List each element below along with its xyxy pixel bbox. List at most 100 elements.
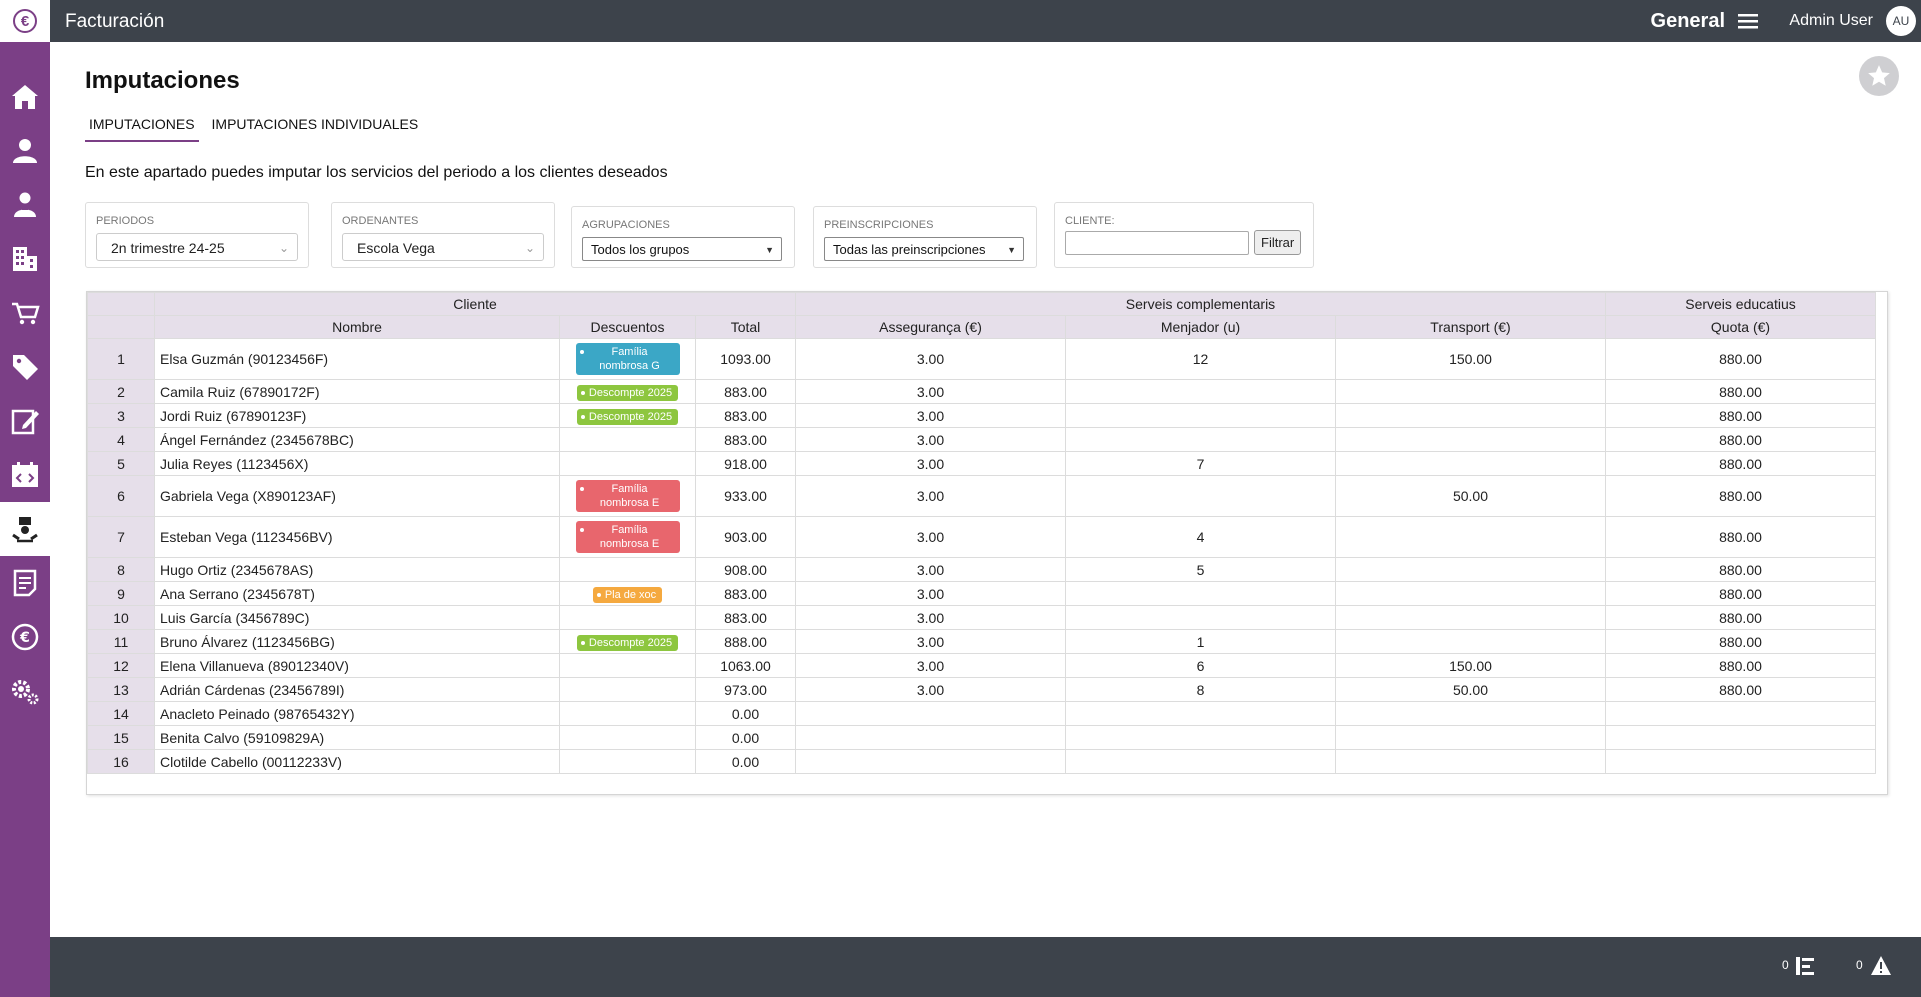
menjador-cell: 8 [1065, 677, 1336, 702]
total-cell: 883.00 [695, 605, 796, 630]
transport-cell [1335, 605, 1606, 630]
total-cell: 0.00 [695, 701, 796, 726]
hamburger-menu-icon[interactable] [1738, 14, 1758, 29]
filter-ordenantes: ORDENANTES Escola Vega ⌄ [331, 202, 555, 268]
menjador-cell [1065, 749, 1336, 774]
asseguranca-cell: 3.00 [795, 605, 1066, 630]
sidebar-item-billing[interactable]: € [0, 610, 50, 664]
tasks-list-icon[interactable] [1794, 955, 1816, 977]
column-header-total[interactable]: Total [695, 315, 796, 339]
table-row[interactable]: 1 Elsa Guzmán (90123456F) Família nombrosa… [87, 338, 1876, 380]
table-row[interactable]: 5 Julia Reyes (1123456X) 918.00 3.00 7 880.00 [87, 451, 1876, 476]
discount-cell: Família nombrosa G [559, 338, 696, 380]
cliente-input[interactable] [1065, 231, 1249, 255]
sidebar-item-documents[interactable] [0, 556, 50, 610]
page-title: Imputaciones [85, 67, 240, 94]
client-name-cell: Ángel Fernández (2345678BC) [154, 427, 560, 452]
app-logo[interactable]: € [0, 0, 50, 42]
sidebar-item-settings[interactable] [0, 664, 50, 718]
sidebar-item-edit[interactable] [0, 394, 50, 448]
column-header-quota[interactable]: Quota (€) [1605, 315, 1876, 339]
tab-imputaciones[interactable]: IMPUTACIONES [85, 114, 199, 142]
table-row[interactable]: 15 Benita Calvo (59109829A) 0.00 [87, 725, 1876, 750]
transport-cell: 150.00 [1335, 653, 1606, 678]
quota-cell: 880.00 [1605, 475, 1876, 517]
column-header-menjador[interactable]: Menjador (u) [1065, 315, 1336, 339]
discount-cell [559, 653, 696, 678]
table-row[interactable]: 3 Jordi Ruiz (67890123F) Descompte 2025 883… [87, 403, 1876, 428]
imputations-table-container: Cliente Serveis complementaris Serveis e… [86, 291, 1888, 795]
table-row[interactable]: 7 Esteban Vega (1123456BV) Família nombros… [87, 516, 1876, 558]
sidebar-item-user-alt[interactable] [0, 178, 50, 232]
column-header-nombre[interactable]: Nombre [154, 315, 560, 339]
tab-imputaciones-individuales[interactable]: IMPUTACIONES INDIVIDUALES [208, 114, 423, 142]
asseguranca-cell [795, 749, 1066, 774]
transport-cell [1335, 629, 1606, 654]
company-selector[interactable]: General [1651, 10, 1725, 33]
discount-cell: Descompte 2025 [559, 629, 696, 654]
transport-cell [1335, 749, 1606, 774]
column-header-descuentos[interactable]: Descuentos [559, 315, 696, 339]
transport-cell [1335, 451, 1606, 476]
sidebar-item-cart[interactable] [0, 286, 50, 340]
table-row[interactable]: 8 Hugo Ortiz (2345678AS) 908.00 3.00 5 880.00 [87, 557, 1876, 582]
preinscripciones-select[interactable]: Todas las preinscripciones ▼ [824, 237, 1024, 261]
sidebar-item-home[interactable] [0, 70, 50, 124]
transport-cell [1335, 581, 1606, 606]
table-row[interactable]: 4 Ángel Fernández (2345678BC) 883.00 3.00 88… [87, 427, 1876, 452]
column-header-asseguranca[interactable]: Assegurança (€) [795, 315, 1066, 339]
row-number-header [87, 315, 155, 339]
discount-badge: Descompte 2025 [576, 408, 679, 425]
table-row[interactable]: 2 Camila Ruiz (67890172F) Descompte 2025 88… [87, 379, 1876, 404]
client-name-cell: Julia Reyes (1123456X) [154, 451, 560, 476]
table-row[interactable]: 14 Anacleto Peinado (98765432Y) 0.00 [87, 701, 1876, 726]
table-row[interactable]: 10 Luis García (3456789C) 883.00 3.00 880.00 [87, 605, 1876, 630]
warning-icon[interactable] [1870, 955, 1892, 977]
quota-cell [1605, 749, 1876, 774]
asseguranca-cell: 3.00 [795, 581, 1066, 606]
sidebar-item-calendar[interactable] [0, 448, 50, 502]
row-number-cell: 16 [87, 749, 155, 774]
agrupaciones-select[interactable]: Todos los grupos ▼ [582, 237, 782, 261]
menjador-cell [1065, 701, 1336, 726]
favorite-button[interactable] [1859, 56, 1899, 96]
sidebar-item-imputations[interactable] [0, 502, 50, 556]
column-header-transport[interactable]: Transport (€) [1335, 315, 1606, 339]
asseguranca-cell [795, 701, 1066, 726]
sidebar-item-building[interactable] [0, 232, 50, 286]
table-row[interactable]: 9 Ana Serrano (2345678T) Pla de xoc 883.00 3… [87, 581, 1876, 606]
table-row[interactable]: 12 Elena Villanueva (89012340V) 1063.00 3.0… [87, 653, 1876, 678]
chevron-down-icon: ⌄ [524, 241, 535, 255]
client-name-cell: Adrián Cárdenas (23456789I) [154, 677, 560, 702]
avatar[interactable]: AU [1886, 6, 1916, 36]
table-row[interactable]: 16 Clotilde Cabello (00112233V) 0.00 [87, 749, 1876, 774]
row-number-cell: 13 [87, 677, 155, 702]
table-row[interactable]: 6 Gabriela Vega (X890123AF) Família nombro… [87, 475, 1876, 517]
total-cell: 883.00 [695, 581, 796, 606]
table-row[interactable]: 11 Bruno Álvarez (1123456BG) Descompte 202… [87, 629, 1876, 654]
user-name[interactable]: Admin User [1789, 12, 1873, 30]
menjador-cell: 7 [1065, 451, 1336, 476]
table-row[interactable]: 13 Adrián Cárdenas (23456789I) 973.00 3.00 8… [87, 677, 1876, 702]
quota-cell: 880.00 [1605, 427, 1876, 452]
edit-icon [11, 409, 39, 435]
quota-cell: 880.00 [1605, 451, 1876, 476]
discount-cell: Descompte 2025 [559, 403, 696, 428]
transport-cell: 150.00 [1335, 338, 1606, 380]
periodos-select[interactable]: 2n trimestre 24-25 ⌄ [96, 233, 298, 261]
filter-cliente: CLIENTE: Filtrar [1054, 202, 1314, 268]
asseguranca-cell: 3.00 [795, 379, 1066, 404]
menjador-cell [1065, 605, 1336, 630]
document-icon [13, 569, 37, 597]
transport-cell [1335, 379, 1606, 404]
client-name-cell: Hugo Ortiz (2345678AS) [154, 557, 560, 582]
asseguranca-cell: 3.00 [795, 338, 1066, 380]
sidebar-item-user[interactable] [0, 124, 50, 178]
sidebar-item-tags[interactable] [0, 340, 50, 394]
transport-cell [1335, 725, 1606, 750]
sidebar: € € [0, 0, 50, 997]
row-number-cell: 4 [87, 427, 155, 452]
ordenantes-select[interactable]: Escola Vega ⌄ [342, 233, 544, 261]
row-number-cell: 7 [87, 516, 155, 558]
filtrar-button[interactable]: Filtrar [1254, 230, 1302, 255]
